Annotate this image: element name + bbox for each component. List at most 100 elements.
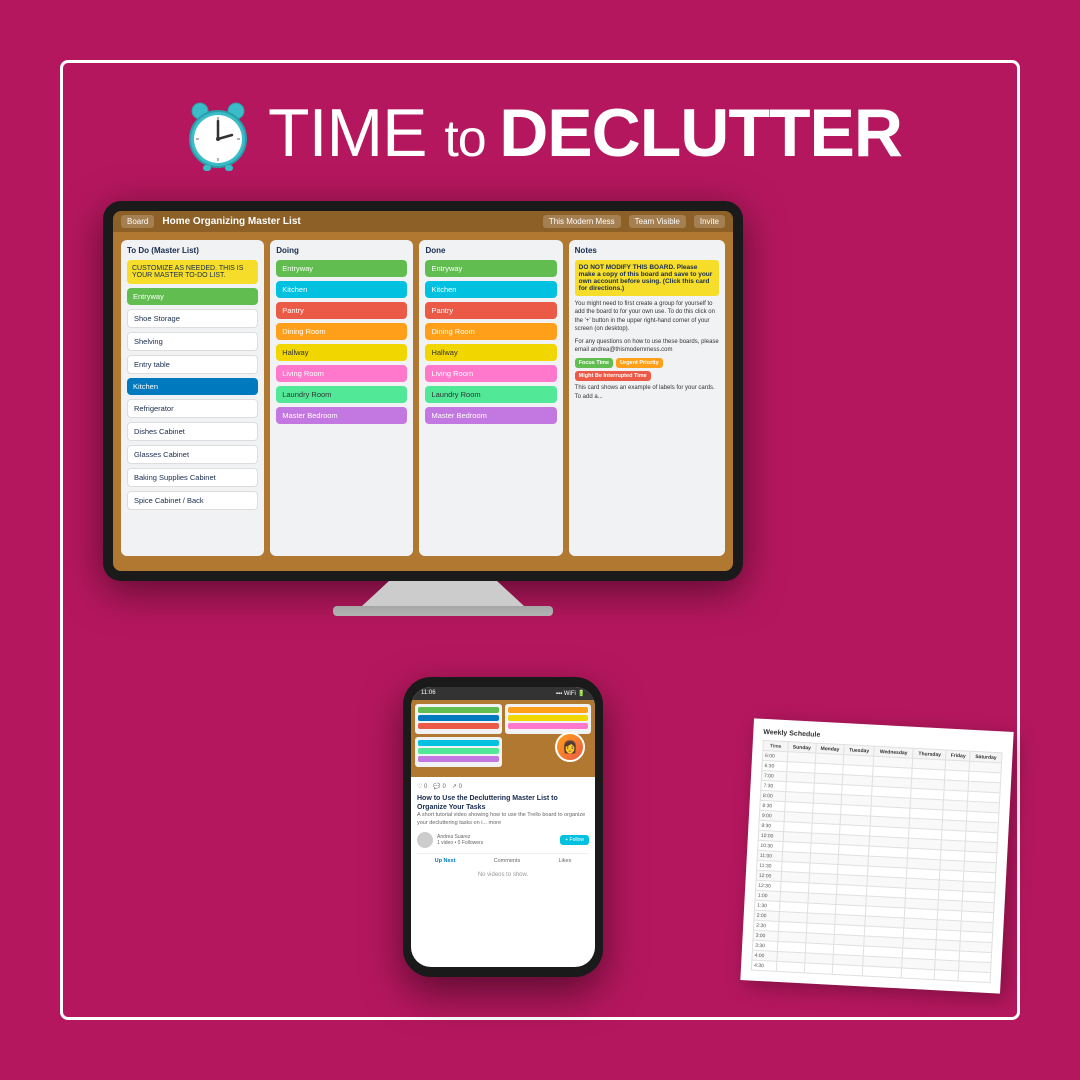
phone-tab-likes[interactable]: Likes [559,858,572,864]
trello-card[interactable]: Pantry [276,302,407,319]
trello-card[interactable]: Shelving [127,332,258,351]
trello-card[interactable]: Refrigerator [127,399,258,418]
phone: 11:06 ▪▪▪ WiFi 🔋 [403,677,603,977]
monitor-base [333,606,553,616]
clock-icon [178,93,258,173]
phone-mini-card [418,740,499,746]
phone-description: A short tutorial video showing how to us… [417,812,589,827]
trello-col-notes: Notes DO NOT MODIFY THIS BOARD. Please m… [569,240,725,556]
trello-card[interactable]: Baking Supplies Cabinet [127,468,258,487]
phone-video-title: How to Use the Decluttering Master List … [417,794,589,812]
phone-col-3 [415,737,502,767]
monitor-screen: Board Home Organizing Master List This M… [113,211,733,571]
trello-card[interactable]: Master Bedroom [276,407,407,424]
title-declutter: DECLUTTER [499,95,902,171]
phone-wrapper: 11:06 ▪▪▪ WiFi 🔋 [403,677,603,977]
trello-card[interactable]: Dishes Cabinet [127,422,258,441]
trello-col-done: Done Entryway Kitchen Pantry Dining Room… [419,240,562,556]
trello-team-name: This Modern Mess [543,215,621,228]
phone-author-row: Andrea Suarez 1 video • 0 Followers + Fo… [417,832,589,848]
trello-visibility: Team Visible [629,215,686,228]
phone-content: ♡ 0💬 0↗ 0 How to Use the Decluttering Ma… [411,777,595,884]
trello-card[interactable]: Laundry Room [425,386,556,403]
trello-card[interactable]: Glasses Cabinet [127,445,258,464]
col-doing-header: Doing [276,246,407,255]
trello-card[interactable]: Laundry Room [276,386,407,403]
trello-card[interactable]: Hallway [276,344,407,361]
title-to: to [444,110,499,168]
trello-card[interactable]: Master Bedroom [425,407,556,424]
phone-author-followers: 1 video • 0 Followers [437,840,483,846]
schedule-cell[interactable] [958,971,990,983]
notes-tags: Focus Time Urgent Priority Might Be Inte… [575,358,719,381]
schedule-time-cell: 4:30 [751,960,776,971]
trello-card[interactable]: Living Room [276,365,407,382]
phone-reactions: ♡ 0💬 0↗ 0 [417,783,589,790]
monitor: Board Home Organizing Master List This M… [103,201,743,581]
col-notes-header: Notes [575,246,719,255]
phone-col-1 [415,704,502,734]
schedule-cell[interactable] [934,970,958,981]
trello-card[interactable]: Kitchen [127,378,258,395]
trello-card[interactable]: Dining Room [425,323,556,340]
col-done-header: Done [425,246,556,255]
trello-card[interactable]: Hallway [425,344,556,361]
title-time: TIME [268,95,444,171]
phone-no-content: No videos to show. [417,872,589,878]
trello-board-title: Home Organizing Master List [162,216,535,227]
phone-mini-card [418,723,499,729]
phone-mini-card [508,707,589,713]
phone-author-info: Andrea Suarez 1 video • 0 Followers [437,834,483,846]
trello-col-doing: Doing Entryway Kitchen Pantry Dining Roo… [270,240,413,556]
trello-card[interactable]: Living Room [425,365,556,382]
notes-body3: This card shows an example of labels for… [575,384,719,401]
notes-warning[interactable]: DO NOT MODIFY THIS BOARD. Please make a … [575,260,719,296]
trello-card[interactable]: Kitchen [276,281,407,298]
trello-invite-btn[interactable]: Invite [694,215,725,228]
phone-time: 11:06 [421,690,436,697]
phone-mini-card [418,715,499,721]
schedule-cell[interactable] [901,968,934,980]
phone-mini-card [508,715,589,721]
trello-card[interactable]: Spice Cabinet / Back [127,491,258,510]
phone-status-bar: 11:06 ▪▪▪ WiFi 🔋 [411,687,595,700]
schedule-cell[interactable] [833,964,863,976]
header: TIME to DECLUTTER [178,93,902,173]
schedule-grid: Time Sunday Monday Tuesday Wednesday Thu… [751,740,1003,983]
schedule-cell[interactable] [776,961,804,972]
phone-screen: 11:06 ▪▪▪ WiFi 🔋 [411,687,595,967]
phone-follow-btn[interactable]: + Follow [560,835,589,845]
schedule-paper: Weekly Schedule Time Sunday Monday Tuesd… [740,718,1013,993]
phone-signal: ▪▪▪ WiFi 🔋 [556,690,585,697]
phone-tabs: Up Next Comments Likes [417,853,589,864]
trello-board-nav[interactable]: Board [121,215,154,228]
col-todo-header: To Do (Master List) [127,246,258,255]
trello-card[interactable]: Dining Room [276,323,407,340]
phone-col-2 [505,704,592,734]
phone-tab-upnext[interactable]: Up Next [435,858,456,864]
page-title: TIME to DECLUTTER [268,99,902,167]
trello-col-todo: To Do (Master List) CUSTOMIZE AS NEEDED.… [121,240,264,556]
trello-card[interactable]: Kitchen [425,281,556,298]
tag-urgent: Urgent Priority [616,358,663,368]
outer-frame: TIME to DECLUTTER Board Home Organizing … [60,60,1020,1020]
schedule-cell[interactable] [804,963,833,974]
tag-focus: Focus Time [575,358,613,368]
trello-card[interactable]: Entryway [425,260,556,277]
trello-card[interactable]: Entryway [127,288,258,305]
tag-interrupted: Might Be Interrupted Time [575,371,651,381]
trello-card[interactable]: Pantry [425,302,556,319]
notes-body2: For any questions on how to use these bo… [575,338,719,355]
trello-header: Board Home Organizing Master List This M… [113,211,733,232]
trello-card[interactable]: CUSTOMIZE AS NEEDED. THIS IS YOUR MASTER… [127,260,258,284]
trello-card[interactable]: Entryway [276,260,407,277]
notes-body1: You might need to first create a group f… [575,300,719,334]
trello-card[interactable]: Entry table [127,355,258,374]
phone-mini-card [418,756,499,762]
schedule-cell[interactable] [862,966,902,978]
phone-author-avatar [417,832,433,848]
phone-mini-card [418,707,499,713]
trello-columns: To Do (Master List) CUSTOMIZE AS NEEDED.… [113,232,733,564]
phone-tab-comments[interactable]: Comments [494,858,521,864]
trello-card[interactable]: Shoe Storage [127,309,258,328]
